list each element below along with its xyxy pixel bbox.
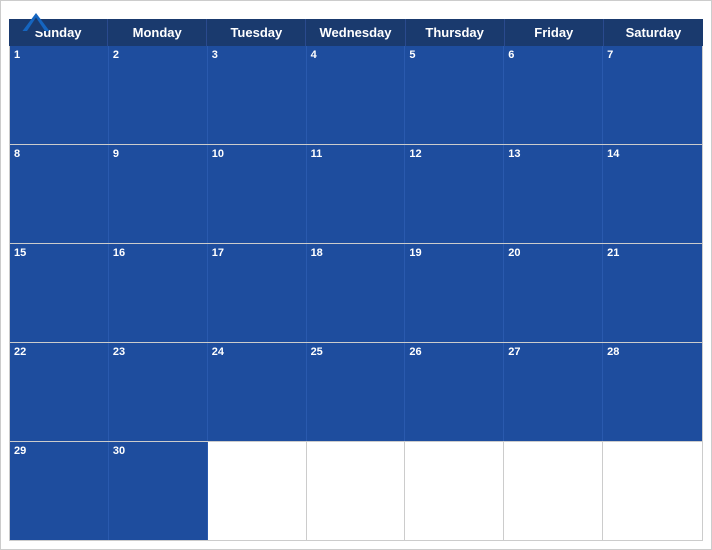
day-cell-4-3 bbox=[307, 442, 406, 540]
day-cell-1-5: 13 bbox=[504, 145, 603, 243]
week-row-3: 15 16 17 18 19 20 21 bbox=[10, 244, 702, 343]
day-cell-2-4: 19 bbox=[405, 244, 504, 342]
day-number: 3 bbox=[212, 49, 218, 61]
day-cell-0-2: 3 bbox=[208, 46, 307, 144]
day-cell-4-4 bbox=[405, 442, 504, 540]
day-number: 7 bbox=[607, 49, 613, 61]
day-cell-4-6 bbox=[603, 442, 702, 540]
day-cell-0-4: 5 bbox=[405, 46, 504, 144]
week-row-2: 8 9 10 11 12 13 14 bbox=[10, 145, 702, 244]
day-number: 11 bbox=[311, 148, 323, 160]
week-row-5: 29 30 bbox=[10, 442, 702, 540]
day-cell-0-1: 2 bbox=[109, 46, 208, 144]
header-saturday: Saturday bbox=[604, 19, 703, 46]
calendar-weeks: 1234567891011121314151617181920212223242… bbox=[9, 46, 703, 541]
day-cell-3-5: 27 bbox=[504, 343, 603, 441]
calendar-header bbox=[1, 1, 711, 19]
header-thursday: Thursday bbox=[406, 19, 505, 46]
day-cell-4-5 bbox=[504, 442, 603, 540]
day-number: 10 bbox=[212, 148, 224, 160]
day-number: 23 bbox=[113, 346, 125, 358]
day-number: 8 bbox=[14, 148, 20, 160]
day-number: 30 bbox=[113, 445, 125, 457]
day-cell-3-1: 23 bbox=[109, 343, 208, 441]
day-cell-2-5: 20 bbox=[504, 244, 603, 342]
day-number: 9 bbox=[113, 148, 119, 160]
day-number: 12 bbox=[409, 148, 421, 160]
day-number: 26 bbox=[409, 346, 421, 358]
day-cell-1-1: 9 bbox=[109, 145, 208, 243]
day-cell-2-1: 16 bbox=[109, 244, 208, 342]
day-cell-1-6: 14 bbox=[603, 145, 702, 243]
logo-icon bbox=[21, 11, 51, 33]
day-number: 2 bbox=[113, 49, 119, 61]
day-cell-2-6: 21 bbox=[603, 244, 702, 342]
day-number: 18 bbox=[311, 247, 323, 259]
day-number: 25 bbox=[311, 346, 323, 358]
day-cell-0-0: 1 bbox=[10, 46, 109, 144]
day-cell-1-0: 8 bbox=[10, 145, 109, 243]
day-cell-2-3: 18 bbox=[307, 244, 406, 342]
day-number: 28 bbox=[607, 346, 619, 358]
day-number: 5 bbox=[409, 49, 415, 61]
day-cell-2-2: 17 bbox=[208, 244, 307, 342]
day-cell-1-3: 11 bbox=[307, 145, 406, 243]
day-cell-1-4: 12 bbox=[405, 145, 504, 243]
day-number: 15 bbox=[14, 247, 26, 259]
header-wednesday: Wednesday bbox=[306, 19, 405, 46]
day-cell-1-2: 10 bbox=[208, 145, 307, 243]
header-friday: Friday bbox=[505, 19, 604, 46]
calendar-container: Sunday Monday Tuesday Wednesday Thursday… bbox=[0, 0, 712, 550]
day-cell-3-4: 26 bbox=[405, 343, 504, 441]
day-cell-4-0: 29 bbox=[10, 442, 109, 540]
day-cell-2-0: 15 bbox=[10, 244, 109, 342]
day-cell-3-3: 25 bbox=[307, 343, 406, 441]
day-number: 1 bbox=[14, 49, 20, 61]
day-cell-3-0: 22 bbox=[10, 343, 109, 441]
day-cell-0-6: 7 bbox=[603, 46, 702, 144]
week-row-4: 22 23 24 25 26 27 28 bbox=[10, 343, 702, 442]
header-tuesday: Tuesday bbox=[207, 19, 306, 46]
calendar-grid: Sunday Monday Tuesday Wednesday Thursday… bbox=[1, 19, 711, 549]
day-number: 22 bbox=[14, 346, 26, 358]
day-cell-3-2: 24 bbox=[208, 343, 307, 441]
week-row-1: 1 2 3 4 5 6 7 bbox=[10, 46, 702, 145]
day-cell-4-1: 30 bbox=[109, 442, 208, 540]
day-number: 4 bbox=[311, 49, 317, 61]
day-number: 29 bbox=[14, 445, 26, 457]
day-cell-3-6: 28 bbox=[603, 343, 702, 441]
day-number: 21 bbox=[607, 247, 619, 259]
day-headers-row: Sunday Monday Tuesday Wednesday Thursday… bbox=[9, 19, 703, 46]
day-cell-4-2 bbox=[208, 442, 307, 540]
day-number: 17 bbox=[212, 247, 224, 259]
day-number: 27 bbox=[508, 346, 520, 358]
day-number: 24 bbox=[212, 346, 224, 358]
day-cell-0-5: 6 bbox=[504, 46, 603, 144]
day-number: 16 bbox=[113, 247, 125, 259]
header-monday: Monday bbox=[108, 19, 207, 46]
day-number: 6 bbox=[508, 49, 514, 61]
day-number: 13 bbox=[508, 148, 520, 160]
day-number: 14 bbox=[607, 148, 619, 160]
day-number: 20 bbox=[508, 247, 520, 259]
day-number: 19 bbox=[409, 247, 421, 259]
logo-area bbox=[21, 11, 51, 33]
day-cell-0-3: 4 bbox=[307, 46, 406, 144]
